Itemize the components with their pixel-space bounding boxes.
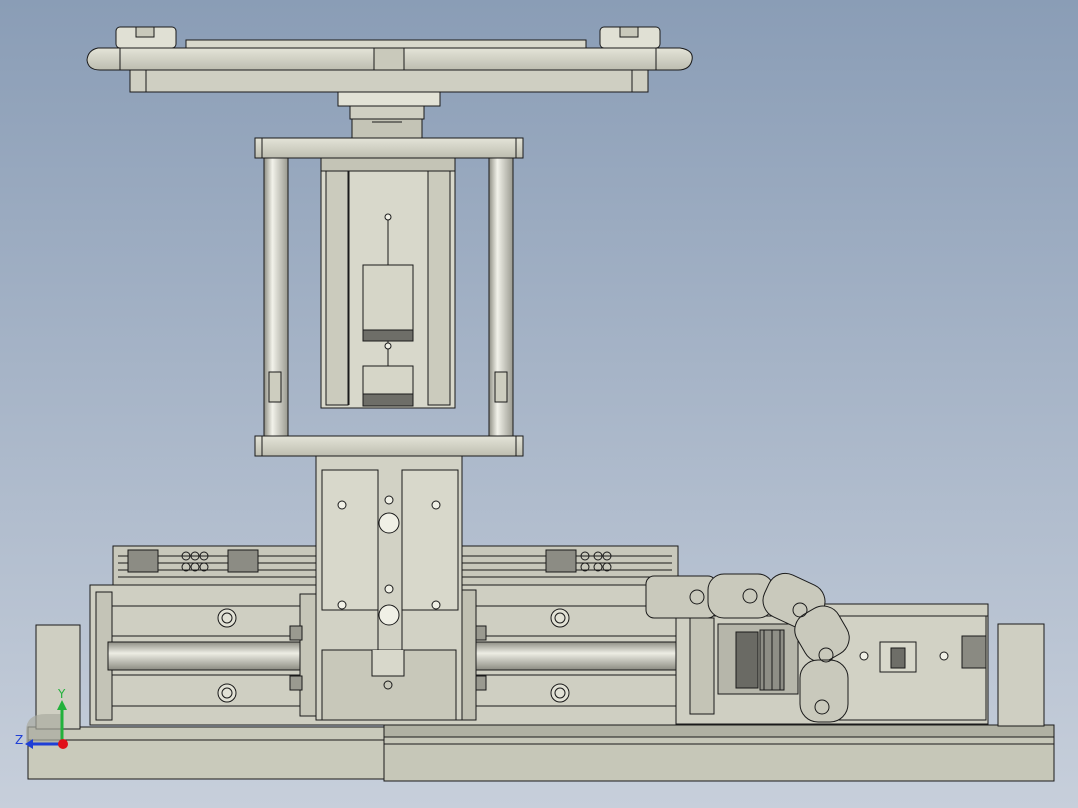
top-clamp-left[interactable] — [115, 26, 177, 49]
left-end-block[interactable] — [35, 624, 81, 730]
upper-frame-plate[interactable] — [254, 137, 524, 159]
assembly-model[interactable] — [0, 0, 1078, 808]
lower-frame-plate[interactable] — [254, 435, 524, 457]
shaft-coupling[interactable] — [717, 623, 799, 695]
top-clamp-right[interactable] — [599, 26, 661, 49]
cad-3d-viewport[interactable]: Y Z — [0, 0, 1078, 808]
z-slide-block[interactable] — [320, 157, 456, 409]
guide-rod-right[interactable] — [488, 157, 514, 437]
guide-rod-left[interactable] — [263, 157, 289, 437]
top-flange-plate[interactable] — [86, 39, 693, 93]
base-plate[interactable] — [27, 724, 1055, 782]
right-end-block[interactable] — [997, 623, 1045, 727]
